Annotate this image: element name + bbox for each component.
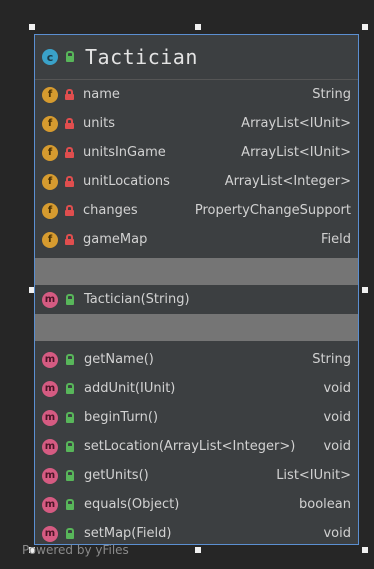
field-name: changes <box>83 203 138 218</box>
method-icon: m <box>42 496 58 513</box>
field-icon: f <box>42 202 58 219</box>
public-lock-icon <box>65 353 75 366</box>
method-return-type: void <box>323 439 351 454</box>
class-header: c Tactician <box>35 35 358 80</box>
method-name: equals(Object) <box>84 497 180 512</box>
method-name: getUnits() <box>84 468 149 483</box>
method-name: getName() <box>84 352 154 367</box>
method-name: addUnit(IUnit) <box>84 381 176 396</box>
resize-handle-bottom-right[interactable] <box>362 547 368 553</box>
private-lock-icon <box>64 233 74 246</box>
field-name: units <box>83 116 115 131</box>
public-lock-icon <box>65 51 75 63</box>
method-icon: m <box>42 409 58 426</box>
method-name: beginTurn() <box>84 410 159 425</box>
field-type: PropertyChangeSupport <box>194 203 351 218</box>
methods-section: m getName() String m addUnit(IUnit) void… <box>35 345 358 548</box>
field-row[interactable]: f units ArrayList<IUnit> <box>35 109 358 138</box>
class-node-tactician[interactable]: c Tactician f name String f units ArrayL… <box>34 34 359 545</box>
method-return-type: boolean <box>299 497 351 512</box>
method-row[interactable]: m addUnit(IUnit) void <box>35 374 358 403</box>
field-row[interactable]: f unitLocations ArrayList<Integer> <box>35 167 358 196</box>
field-name: name <box>83 87 120 102</box>
constructor-row[interactable]: m Tactician(String) <box>35 285 358 314</box>
method-icon: m <box>42 438 58 455</box>
field-type: String <box>312 87 351 102</box>
field-name: unitsInGame <box>83 145 166 160</box>
field-type: ArrayList<IUnit> <box>241 145 351 160</box>
section-divider <box>35 258 358 285</box>
method-icon: m <box>42 525 58 542</box>
method-icon: m <box>42 291 58 308</box>
method-row[interactable]: m equals(Object) boolean <box>35 490 358 519</box>
private-lock-icon <box>64 175 74 188</box>
field-icon: f <box>42 144 58 161</box>
field-type: ArrayList<Integer> <box>224 174 351 189</box>
method-return-type: void <box>323 410 351 425</box>
method-icon: m <box>42 380 58 397</box>
resize-handle-middle-right[interactable] <box>362 287 368 293</box>
field-row[interactable]: f gameMap Field <box>35 225 358 254</box>
method-return-type: List<IUnit> <box>276 468 351 483</box>
method-name: setLocation(ArrayList<Integer>) <box>84 439 296 454</box>
method-return-type: void <box>323 526 351 541</box>
private-lock-icon <box>64 204 74 217</box>
method-icon: m <box>42 351 58 368</box>
public-lock-icon <box>65 527 75 540</box>
field-icon: f <box>42 173 58 190</box>
field-type: ArrayList<IUnit> <box>241 116 351 131</box>
private-lock-icon <box>64 146 74 159</box>
method-row[interactable]: m getName() String <box>35 345 358 374</box>
resize-handle-top-left[interactable] <box>29 24 35 30</box>
method-row[interactable]: m beginTurn() void <box>35 403 358 432</box>
method-row[interactable]: m setLocation(ArrayList<Integer>) void <box>35 432 358 461</box>
method-return-type: String <box>312 352 351 367</box>
field-row[interactable]: f changes PropertyChangeSupport <box>35 196 358 225</box>
method-icon: m <box>42 467 58 484</box>
field-icon: f <box>42 115 58 132</box>
public-lock-icon <box>65 469 75 482</box>
public-lock-icon <box>65 440 75 453</box>
field-name: unitLocations <box>83 174 170 189</box>
method-return-type: void <box>323 381 351 396</box>
field-row[interactable]: f name String <box>35 80 358 109</box>
resize-handle-top-right[interactable] <box>362 24 368 30</box>
private-lock-icon <box>64 117 74 130</box>
class-title: Tactician <box>85 45 198 69</box>
field-icon: f <box>42 231 58 248</box>
public-lock-icon <box>65 293 75 306</box>
resize-handle-top-center[interactable] <box>195 24 201 30</box>
constructors-section: m Tactician(String) <box>35 285 358 314</box>
method-row[interactable]: m getUnits() List<IUnit> <box>35 461 358 490</box>
class-icon: c <box>42 49 58 65</box>
fields-section: f name String f units ArrayList<IUnit> f… <box>35 80 358 254</box>
private-lock-icon <box>64 88 74 101</box>
public-lock-icon <box>65 411 75 424</box>
section-divider <box>35 314 358 341</box>
field-icon: f <box>42 86 58 103</box>
field-type: Field <box>320 232 351 247</box>
field-name: gameMap <box>83 232 148 247</box>
method-name: setMap(Field) <box>84 526 172 541</box>
field-row[interactable]: f unitsInGame ArrayList<IUnit> <box>35 138 358 167</box>
public-lock-icon <box>65 382 75 395</box>
yfiles-watermark: Powered by yFiles <box>22 543 129 557</box>
public-lock-icon <box>65 498 75 511</box>
constructor-name: Tactician(String) <box>84 292 190 307</box>
